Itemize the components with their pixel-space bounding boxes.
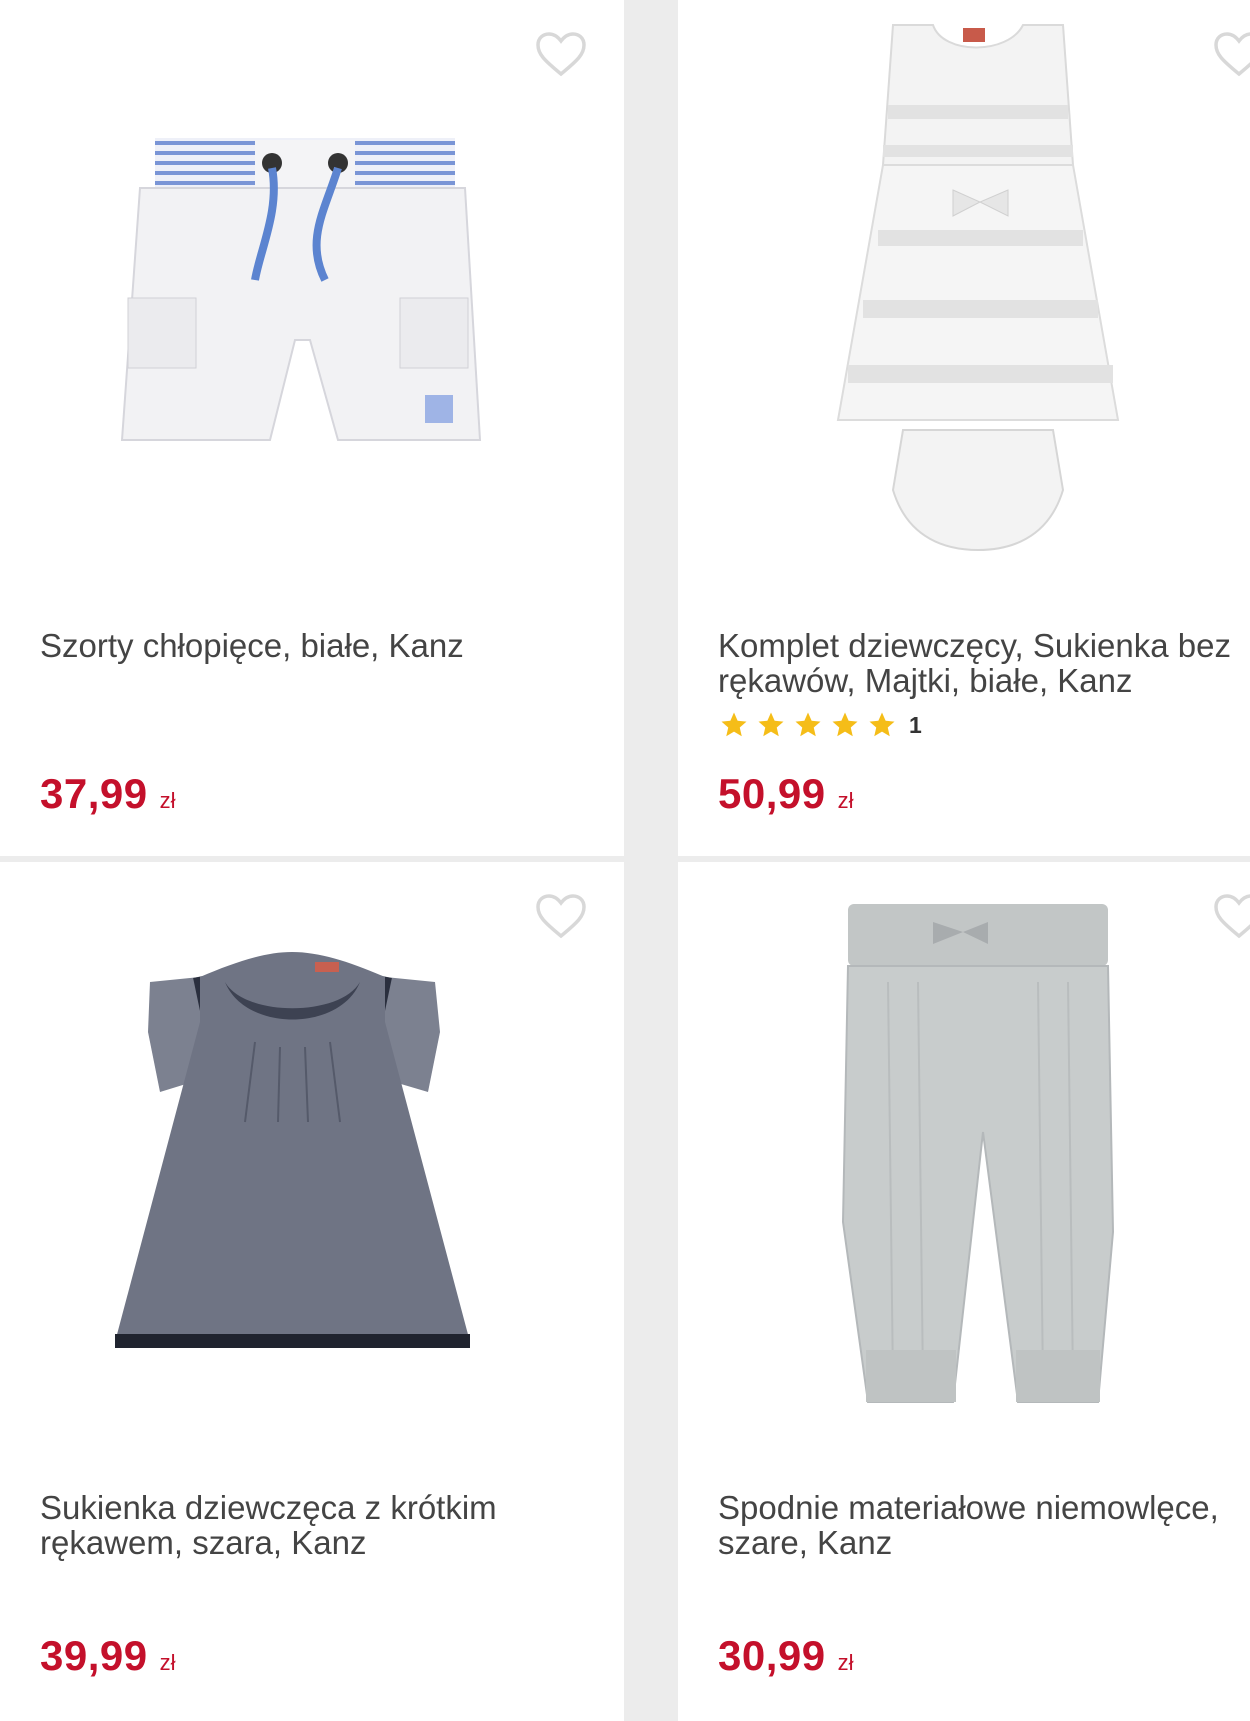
product-card[interactable]: Szorty chłopięce, białe, Kanz 37,99 zł xyxy=(0,0,624,856)
rating-count: 1 xyxy=(909,711,922,738)
product-title[interactable]: Spodnie materiałowe niemowlęce, szare, K… xyxy=(718,1490,1250,1560)
shorts-image xyxy=(120,138,482,441)
price-currency: zł xyxy=(159,1650,176,1675)
product-title[interactable]: Szorty chłopięce, białe, Kanz xyxy=(40,628,600,663)
price-value: 30,99 xyxy=(718,1632,826,1679)
price-currency: zł xyxy=(837,1650,854,1675)
price-value: 37,99 xyxy=(40,770,148,817)
price-currency: zł xyxy=(837,788,854,813)
product-price: 37,99 zł xyxy=(40,770,176,818)
product-card[interactable]: Spodnie materiałowe niemowlęce, szare, K… xyxy=(678,862,1250,1721)
product-card[interactable]: Komplet dziewczęcy, Sukienka bez rękawów… xyxy=(678,0,1250,856)
product-grid: Szorty chłopięce, białe, Kanz 37,99 zł K… xyxy=(0,0,1250,1721)
star-icon xyxy=(758,712,784,737)
product-price: 30,99 zł xyxy=(718,1632,854,1680)
star-icon xyxy=(832,712,858,737)
product-price: 39,99 zł xyxy=(40,1632,176,1680)
product-card[interactable]: Sukienka dziewczęca z krótkim rękawem, s… xyxy=(0,862,624,1721)
product-title[interactable]: Sukienka dziewczęca z krótkim rękawem, s… xyxy=(40,1490,600,1560)
grey-dress-image xyxy=(115,952,470,1348)
product-title[interactable]: Komplet dziewczęcy, Sukienka bez rękawów… xyxy=(718,628,1250,698)
star-icon xyxy=(721,712,747,737)
product-image[interactable] xyxy=(718,882,1250,1472)
price-value: 39,99 xyxy=(40,1632,148,1679)
product-image[interactable] xyxy=(718,20,1250,610)
price-value: 50,99 xyxy=(718,770,826,817)
product-image[interactable] xyxy=(40,20,580,610)
grey-trousers-image xyxy=(841,904,1115,1403)
price-currency: zł xyxy=(159,788,176,813)
star-icon xyxy=(869,712,895,737)
product-price: 50,99 zł xyxy=(718,770,854,818)
star-icon xyxy=(795,712,821,737)
product-rating: 1 xyxy=(718,710,922,740)
product-image[interactable] xyxy=(40,882,580,1472)
dress-set-image xyxy=(836,24,1120,552)
